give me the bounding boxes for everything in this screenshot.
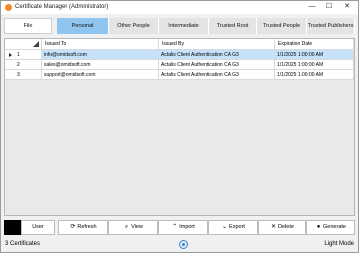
theme-mode-toggle[interactable]: Light Mode — [324, 241, 354, 247]
view-label: View — [131, 224, 143, 230]
column-header-issued-by[interactable]: Issued By — [159, 39, 275, 50]
title-bar: Certificate Manager (Administrator) — ☐ … — [1, 1, 358, 14]
row-header[interactable]: 1 — [5, 50, 42, 60]
table-row[interactable]: 3 support@omidsoft.com Actalis Client Au… — [5, 70, 354, 80]
refresh-label: Refresh — [77, 224, 97, 230]
table-row[interactable]: 1 info@omidsoft.com Actalis Client Authe… — [5, 50, 354, 60]
action-toolbar: User ⟳ Refresh ⌕ View ⌃ Import ⌄ Export ✕ Del… — [4, 220, 355, 235]
tab-intermediate[interactable]: Intermediate — [159, 18, 209, 34]
column-header-issued-to[interactable]: Issued To — [42, 39, 159, 50]
cell-issued-by[interactable]: Actalis Client Authentication CA G3 — [159, 70, 275, 80]
store-location-button[interactable]: User — [21, 220, 55, 235]
status-indicator-icon[interactable] — [179, 240, 188, 249]
select-all-corner[interactable] — [5, 39, 42, 50]
close-icon[interactable]: ✕ — [341, 2, 353, 12]
delete-button[interactable]: ✕ Delete — [258, 220, 306, 235]
delete-icon: ✕ — [271, 224, 277, 230]
minimize-icon[interactable]: — — [306, 2, 318, 12]
cell-expiration-date[interactable]: 1/1/2025 1:00:00 AM — [275, 50, 354, 60]
table-row[interactable]: 2 sales@omidsoft.com Actalis Client Auth… — [5, 60, 354, 70]
refresh-icon: ⟳ — [70, 224, 76, 230]
certificate-count: 3 Certificates — [5, 241, 41, 247]
search-icon: ⌕ — [124, 224, 129, 230]
import-button[interactable]: ⌃ Import — [158, 220, 208, 235]
row-header[interactable]: 2 — [5, 60, 42, 70]
refresh-button[interactable]: ⟳ Refresh — [58, 220, 108, 235]
app-window: Certificate Manager (Administrator) — ☐ … — [0, 0, 359, 253]
generate-dot-icon: ● — [316, 224, 321, 230]
window-title: Certificate Manager (Administrator) — [15, 4, 109, 10]
cell-issued-to[interactable]: info@omidsoft.com — [42, 50, 159, 60]
cell-expiration-date[interactable]: 1/1/2025 1:00:00 AM — [275, 60, 354, 70]
import-label: Import — [179, 224, 195, 230]
cell-issued-by[interactable]: Actalis Client Authentication CA G3 — [159, 50, 275, 60]
arrow-up-icon: ⌃ — [172, 224, 178, 230]
app-icon — [5, 4, 12, 11]
certificate-grid: Issued To Issued By Expiration Date 1 in… — [4, 38, 355, 216]
view-button[interactable]: ⌕ View — [108, 220, 158, 235]
row-number: 1 — [17, 52, 20, 58]
delete-label: Delete — [278, 224, 294, 230]
status-bar: 3 Certificates Light Mode — [1, 237, 358, 252]
tab-trusted-root[interactable]: Trusted Root — [209, 18, 257, 34]
maximize-icon[interactable]: ☐ — [323, 2, 335, 12]
cell-expiration-date[interactable]: 1/1/2025 1:00:00 AM — [275, 70, 354, 80]
export-label: Export — [229, 224, 245, 230]
file-button[interactable]: File — [4, 18, 52, 34]
corner-triangle-icon — [33, 41, 39, 47]
tab-trusted-people[interactable]: Trusted People — [257, 18, 307, 34]
store-color-swatch[interactable] — [4, 220, 21, 235]
current-row-pointer-icon — [9, 53, 12, 57]
row-header[interactable]: 3 — [5, 70, 42, 80]
column-header-expiration-date[interactable]: Expiration Date — [275, 39, 354, 50]
arrow-down-icon: ⌄ — [222, 224, 228, 230]
cell-issued-by[interactable]: Actalis Client Authentication CA G3 — [159, 60, 275, 70]
store-tab-bar: File Personal Other People Intermediate … — [4, 18, 355, 34]
cell-issued-to[interactable]: support@omidsoft.com — [42, 70, 159, 80]
tab-other-people[interactable]: Other People — [109, 18, 159, 34]
row-number: 2 — [17, 62, 20, 68]
cell-issued-to[interactable]: sales@omidsoft.com — [42, 60, 159, 70]
tab-trusted-publishers[interactable]: Trusted Publishers — [307, 18, 355, 34]
row-number: 3 — [17, 72, 20, 78]
generate-label: Generate — [323, 224, 346, 230]
tab-personal[interactable]: Personal — [57, 18, 109, 34]
export-button[interactable]: ⌄ Export — [208, 220, 258, 235]
generate-button[interactable]: ● Generate — [306, 220, 355, 235]
